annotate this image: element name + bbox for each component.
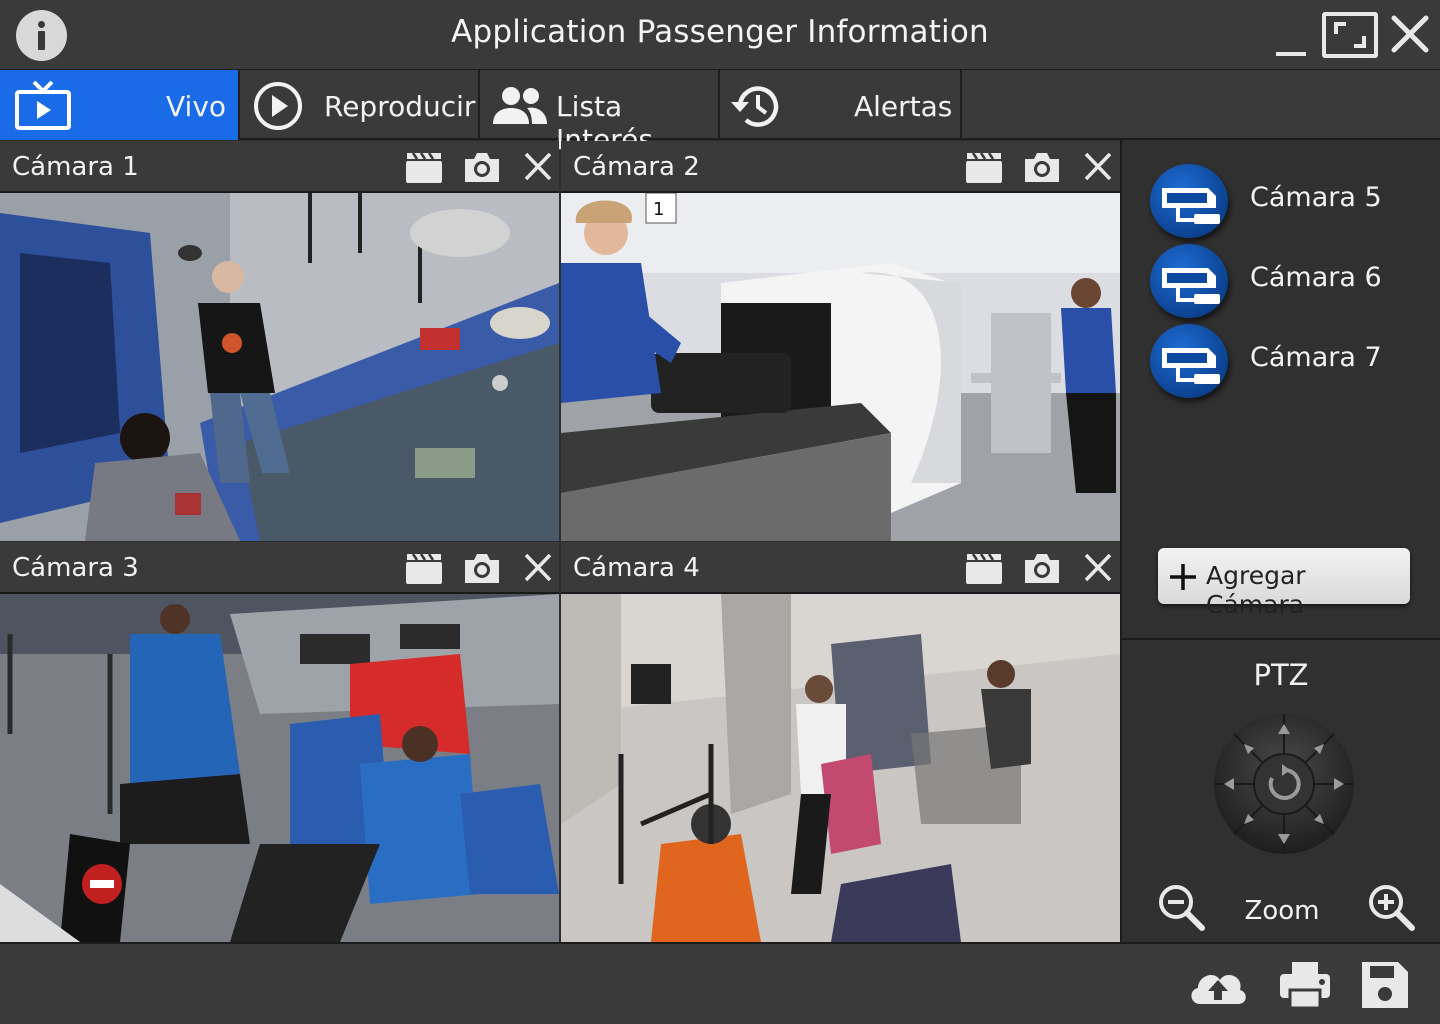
snapshot-camera-icon[interactable] [1022, 149, 1062, 185]
camera-list-panel: Cámara 5 Cámara 6 Cámara 7 Agregar Cámar… [1120, 140, 1440, 640]
camera-title: Cámara 2 [573, 152, 700, 182]
camera-title: Cámara 1 [12, 152, 139, 182]
close-camera-icon[interactable] [518, 149, 558, 185]
tab-vivo[interactable]: Vivo [0, 70, 240, 140]
minimize-icon[interactable] [1274, 12, 1308, 58]
add-camera-label: Agregar Cámara [1206, 561, 1306, 619]
zoom-label: Zoom [1244, 896, 1320, 926]
camera-panel-2: Cámara 2 1 [561, 141, 1120, 541]
main-tabs: Vivo Reproducir Lista Interés Alertas [0, 70, 1440, 156]
camera-list-item[interactable]: Cámara 6 [1150, 244, 1430, 320]
camera-panel-1: Cámara 1 [0, 141, 559, 541]
cctv-camera-icon [1150, 164, 1228, 238]
close-window-icon[interactable] [1390, 12, 1430, 58]
print-icon[interactable] [1278, 958, 1332, 1012]
tab-vivo-label: Vivo [166, 90, 227, 123]
camera-panel-3: Cámara 3 [0, 542, 559, 942]
camera-header: Cámara 2 [561, 141, 1120, 193]
tab-alertas-label: Alertas [854, 90, 953, 123]
camera-list-label: Cámara 6 [1250, 262, 1382, 293]
ptz-joystick[interactable] [1212, 712, 1356, 856]
camera-list-item[interactable]: Cámara 7 [1150, 324, 1430, 400]
camera-header: Cámara 3 [0, 542, 559, 594]
cctv-camera-icon [1150, 324, 1228, 398]
zoom-in-icon[interactable] [1366, 882, 1416, 932]
camera-feed-4[interactable] [561, 594, 1120, 942]
play-icon [254, 82, 302, 130]
camera-feed-1[interactable] [0, 193, 559, 541]
snapshot-camera-icon[interactable] [1022, 550, 1062, 586]
history-icon [731, 86, 779, 127]
record-clip-icon[interactable] [964, 550, 1004, 586]
record-clip-icon[interactable] [404, 149, 444, 185]
snapshot-camera-icon[interactable] [462, 149, 502, 185]
camera-header: Cámara 4 [561, 542, 1120, 594]
camera-list-label: Cámara 5 [1250, 182, 1382, 213]
live-tv-icon [15, 80, 71, 130]
close-camera-icon[interactable] [518, 550, 558, 586]
title-bar: Application Passenger Information [0, 0, 1440, 70]
plus-icon [1170, 564, 1196, 590]
cctv-camera-icon [1150, 244, 1228, 318]
ptz-title: PTZ [1253, 658, 1309, 692]
record-clip-icon[interactable] [964, 149, 1004, 185]
camera-title: Cámara 3 [12, 553, 139, 583]
record-clip-icon[interactable] [404, 550, 444, 586]
ptz-panel: PTZ Zoom [1120, 640, 1440, 942]
people-icon [493, 87, 547, 124]
footer-toolbar [0, 942, 1440, 1024]
tab-alertas[interactable]: Alertas [720, 70, 962, 140]
snapshot-camera-icon[interactable] [462, 550, 502, 586]
tab-reproducir[interactable]: Reproducir [240, 70, 480, 140]
camera-panel-4: Cámara 4 [561, 542, 1120, 942]
tab-reproducir-label: Reproducir [324, 90, 476, 123]
add-camera-button[interactable]: Agregar Cámara [1158, 548, 1410, 619]
close-camera-icon[interactable] [1078, 550, 1118, 586]
svg-text:1: 1 [653, 199, 664, 220]
maximize-icon[interactable] [1322, 12, 1378, 58]
save-icon[interactable] [1360, 958, 1410, 1012]
camera-list-item[interactable]: Cámara 5 [1150, 164, 1430, 240]
camera-feed-3[interactable] [0, 594, 559, 942]
camera-feed-2[interactable]: 1 [561, 193, 1120, 541]
camera-header: Cámara 1 [0, 141, 559, 193]
camera-title: Cámara 4 [573, 553, 700, 583]
zoom-out-icon[interactable] [1156, 882, 1206, 932]
close-camera-icon[interactable] [1078, 149, 1118, 185]
camera-list-label: Cámara 7 [1250, 342, 1382, 373]
cloud-upload-icon[interactable] [1186, 958, 1250, 1012]
tab-lista-interes[interactable]: Lista Interés [480, 70, 720, 156]
app-title: Application Passenger Information [451, 14, 989, 50]
